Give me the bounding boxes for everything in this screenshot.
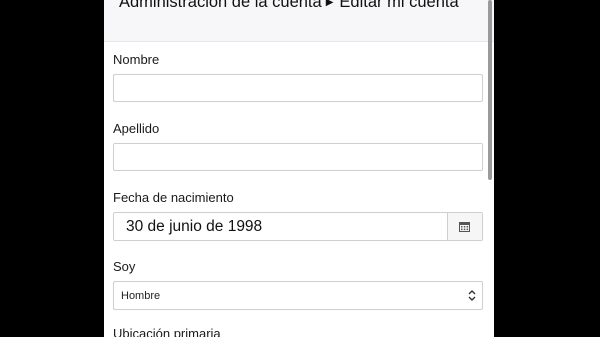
nombre-input[interactable] bbox=[113, 74, 483, 102]
fecha-value: 30 de junio de 1998 bbox=[126, 218, 263, 235]
apellido-input[interactable] bbox=[113, 143, 483, 171]
breadcrumb-current: Editar mi cuenta bbox=[339, 0, 459, 11]
scrollbar[interactable] bbox=[488, 0, 492, 180]
mobile-screen: Administración de la cuenta ▶ Editar mi cu… bbox=[104, 0, 494, 337]
ubicacion-label: Ubicación primaria bbox=[113, 326, 221, 337]
page-header: Administración de la cuenta ▶ Editar mi cu… bbox=[104, 0, 494, 42]
soy-value: Hombre bbox=[121, 290, 161, 302]
calendar-icon bbox=[459, 222, 470, 232]
soy-label: Soy bbox=[113, 259, 136, 274]
nombre-label: Nombre bbox=[113, 52, 160, 67]
breadcrumb-parent[interactable]: Administración de la cuenta bbox=[119, 0, 322, 11]
fecha-input[interactable]: 30 de junio de 1998 bbox=[113, 212, 483, 241]
breadcrumb: Administración de la cuenta ▶ Editar mi cu… bbox=[119, 0, 459, 13]
apellido-label: Apellido bbox=[113, 121, 160, 136]
soy-select[interactable]: Hombre bbox=[113, 281, 483, 310]
calendar-button[interactable] bbox=[447, 213, 482, 240]
chevron-updown-icon bbox=[468, 290, 476, 301]
fecha-label: Fecha de nacimiento bbox=[113, 190, 234, 205]
caret-right-icon: ▶ bbox=[325, 0, 334, 8]
